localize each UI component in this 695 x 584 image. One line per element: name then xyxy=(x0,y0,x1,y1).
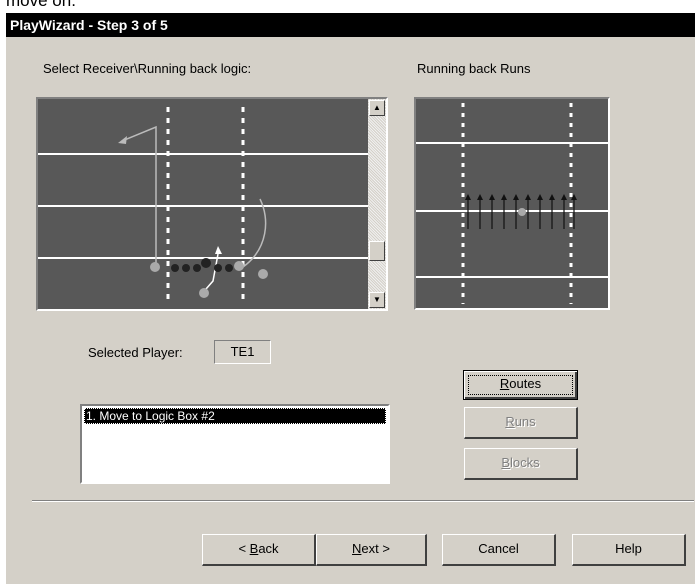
runs-button[interactable]: Runs xyxy=(464,407,578,439)
footer-divider xyxy=(32,500,694,502)
back-prefix: < xyxy=(238,541,250,556)
logic-listbox[interactable]: 1. Move to Logic Box #2 xyxy=(80,404,390,484)
scroll-up-icon[interactable]: ▲ xyxy=(369,100,385,116)
next-mnemonic: N xyxy=(352,541,362,556)
selected-player-value: TE1 xyxy=(214,340,271,364)
logic-label: Select Receiver\Running back logic: xyxy=(43,61,252,76)
play-diagram[interactable] xyxy=(38,99,386,309)
help-button[interactable]: Help xyxy=(572,534,686,566)
play-wizard-dialog: PlayWizard - Step 3 of 5 Select Receiver… xyxy=(6,13,695,584)
blocks-mnemonic: B xyxy=(501,455,511,470)
preview-diagram xyxy=(416,103,608,304)
scroll-down-icon[interactable]: ▼ xyxy=(369,292,385,308)
window-title: PlayWizard - Step 3 of 5 xyxy=(6,13,695,37)
blocks-label: locks xyxy=(510,455,540,470)
play-field-canvas[interactable]: ▲ ▼ xyxy=(36,97,388,311)
cancel-button[interactable]: Cancel xyxy=(442,534,556,566)
preview-field xyxy=(414,97,610,310)
focus-rect xyxy=(468,375,573,395)
selected-player-label: Selected Player: xyxy=(88,345,183,360)
scroll-thumb[interactable] xyxy=(369,241,385,261)
next-button[interactable]: Next > xyxy=(316,534,427,566)
runs-label: uns xyxy=(514,414,536,429)
routes-button[interactable]: Routes xyxy=(463,370,578,400)
next-label: ext > xyxy=(361,541,390,556)
vertical-scrollbar[interactable]: ▲ ▼ xyxy=(368,99,386,309)
preview-label: Running back Runs xyxy=(417,61,531,76)
back-button[interactable]: < Back xyxy=(202,534,316,566)
blocks-button[interactable]: Blocks xyxy=(464,448,578,480)
back-label: ack xyxy=(258,541,279,556)
background-text-fragment: move on. xyxy=(6,0,76,10)
runs-mnemonic: R xyxy=(505,414,515,429)
list-item[interactable]: 1. Move to Logic Box #2 xyxy=(84,408,386,424)
